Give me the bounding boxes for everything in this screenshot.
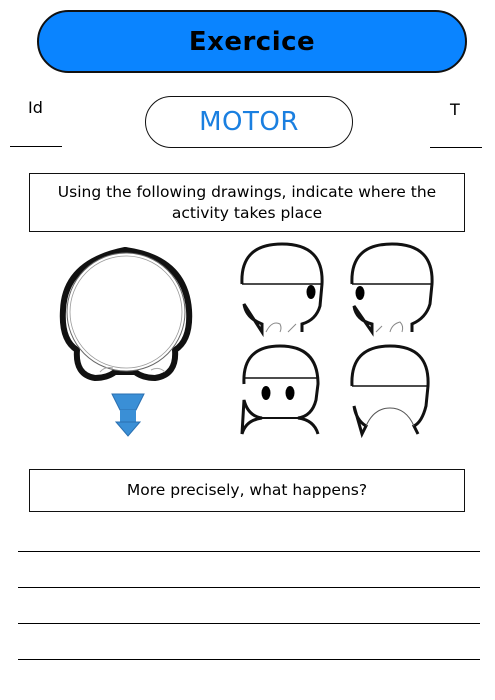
question-box: Using the following drawings, indicate w… [29, 173, 465, 232]
t-label: T [450, 100, 460, 119]
question-text: Using the following drawings, indicate w… [57, 182, 437, 222]
question-box-2: More precisely, what happens? [29, 469, 465, 512]
t-field-line[interactable] [430, 147, 482, 148]
head-front-view[interactable] [234, 342, 326, 435]
title-banner: Exercice [37, 10, 467, 73]
head-back-view[interactable] [344, 342, 436, 439]
answer-line[interactable] [18, 587, 480, 588]
topic-label: MOTOR [199, 107, 299, 137]
question-text-2: More precisely, what happens? [126, 481, 368, 499]
id-field-line[interactable] [10, 146, 62, 147]
head-top-view[interactable] [55, 240, 205, 390]
page-title: Exercice [188, 26, 316, 57]
head-left-profile[interactable] [346, 240, 438, 337]
answer-line[interactable] [18, 659, 480, 660]
topic-badge: MOTOR [145, 96, 353, 148]
arrow-down-icon [111, 393, 145, 437]
answer-line[interactable] [18, 623, 480, 624]
head-right-profile[interactable] [236, 240, 328, 338]
id-label: Id [28, 98, 43, 117]
answer-line[interactable] [18, 551, 480, 552]
